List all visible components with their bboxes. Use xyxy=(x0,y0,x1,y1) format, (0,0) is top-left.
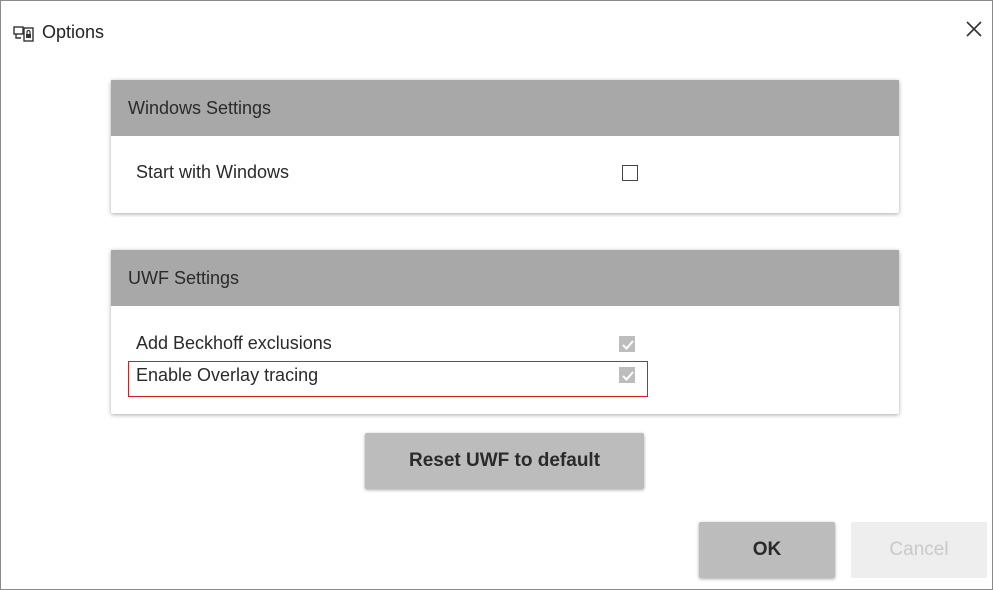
close-button[interactable] xyxy=(959,15,989,47)
add-beckhoff-exclusions-label: Add Beckhoff exclusions xyxy=(136,333,332,353)
checkmark-icon xyxy=(622,340,634,350)
windows-settings-card: Windows Settings Start with Windows xyxy=(111,80,899,213)
start-with-windows-label: Start with Windows xyxy=(136,162,290,182)
window-title: Options xyxy=(42,22,105,42)
windows-settings-header: Windows Settings xyxy=(111,80,899,136)
reset-uwf-button[interactable]: Reset UWF to default xyxy=(365,433,644,489)
uwf-settings-header: UWF Settings xyxy=(111,250,899,306)
ok-button[interactable]: OK xyxy=(699,522,835,578)
cancel-button[interactable]: Cancel xyxy=(851,522,987,578)
start-with-windows-checkbox[interactable] xyxy=(622,165,638,181)
title-bar: Options xyxy=(1,1,992,63)
overlay-tracing-highlight-box xyxy=(128,361,648,397)
close-icon xyxy=(965,20,983,43)
options-dialog: Options Windows Settings Start with Wind… xyxy=(0,0,993,590)
options-app-icon xyxy=(13,25,35,43)
add-beckhoff-exclusions-checkbox[interactable] xyxy=(619,336,635,352)
